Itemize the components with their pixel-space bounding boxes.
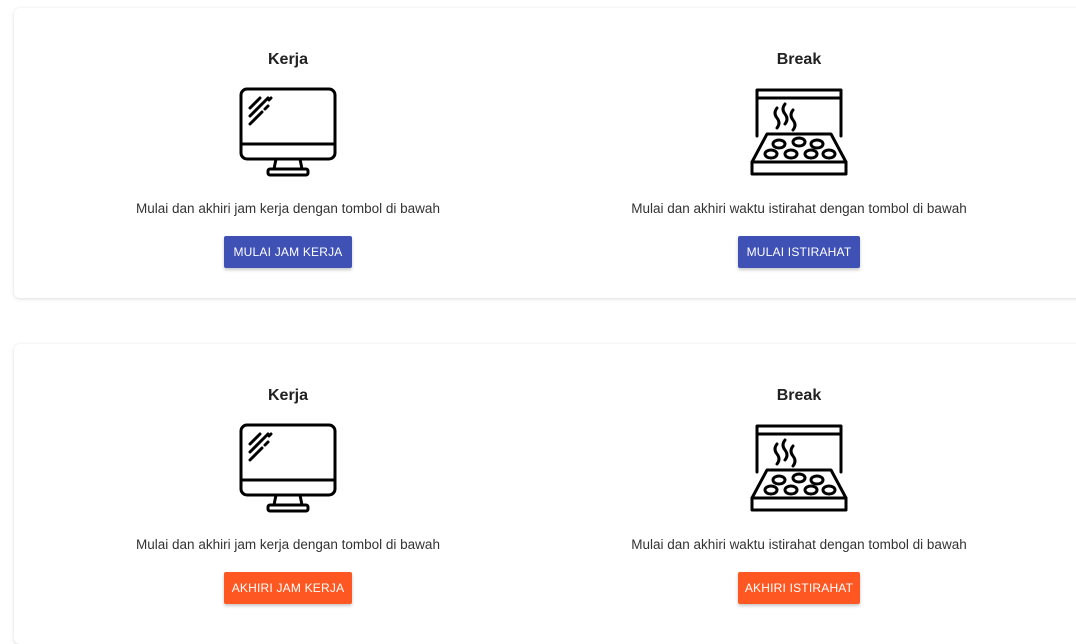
monitor-icon (238, 86, 338, 178)
start-work-button[interactable]: MULAI JAM KERJA (224, 236, 352, 268)
start-break-button[interactable]: MULAI ISTIRAHAT (738, 236, 860, 268)
work-section: Kerja Mulai dan akhiri jam kerja dengan … (48, 344, 528, 604)
break-description: Mulai dan akhiri waktu istirahat dengan … (631, 537, 967, 552)
start-card: Kerja Mulai dan akhiri jam kerja dengan … (14, 8, 1076, 298)
work-description: Mulai dan akhiri jam kerja dengan tombol… (136, 201, 440, 216)
work-description: Mulai dan akhiri jam kerja dengan tombol… (136, 537, 440, 552)
break-section: Break Mulai dan akhiri waktu istirahat d… (559, 344, 1039, 604)
end-break-button[interactable]: AKHIRI ISTIRAHAT (738, 572, 860, 604)
work-section: Kerja Mulai dan akhiri jam kerja dengan … (48, 8, 528, 268)
break-section: Break Mulai dan akhiri waktu istirahat d… (559, 8, 1039, 268)
end-card: Kerja Mulai dan akhiri jam kerja dengan … (14, 344, 1076, 644)
pizza-box-icon (749, 86, 849, 178)
work-title: Kerja (267, 387, 309, 404)
break-title: Break (776, 51, 822, 68)
monitor-icon (238, 422, 338, 514)
pizza-box-icon (749, 422, 849, 514)
end-work-button[interactable]: AKHIRI JAM KERJA (224, 572, 352, 604)
break-title: Break (776, 387, 822, 404)
break-description: Mulai dan akhiri waktu istirahat dengan … (631, 201, 967, 216)
work-title: Kerja (267, 51, 309, 68)
